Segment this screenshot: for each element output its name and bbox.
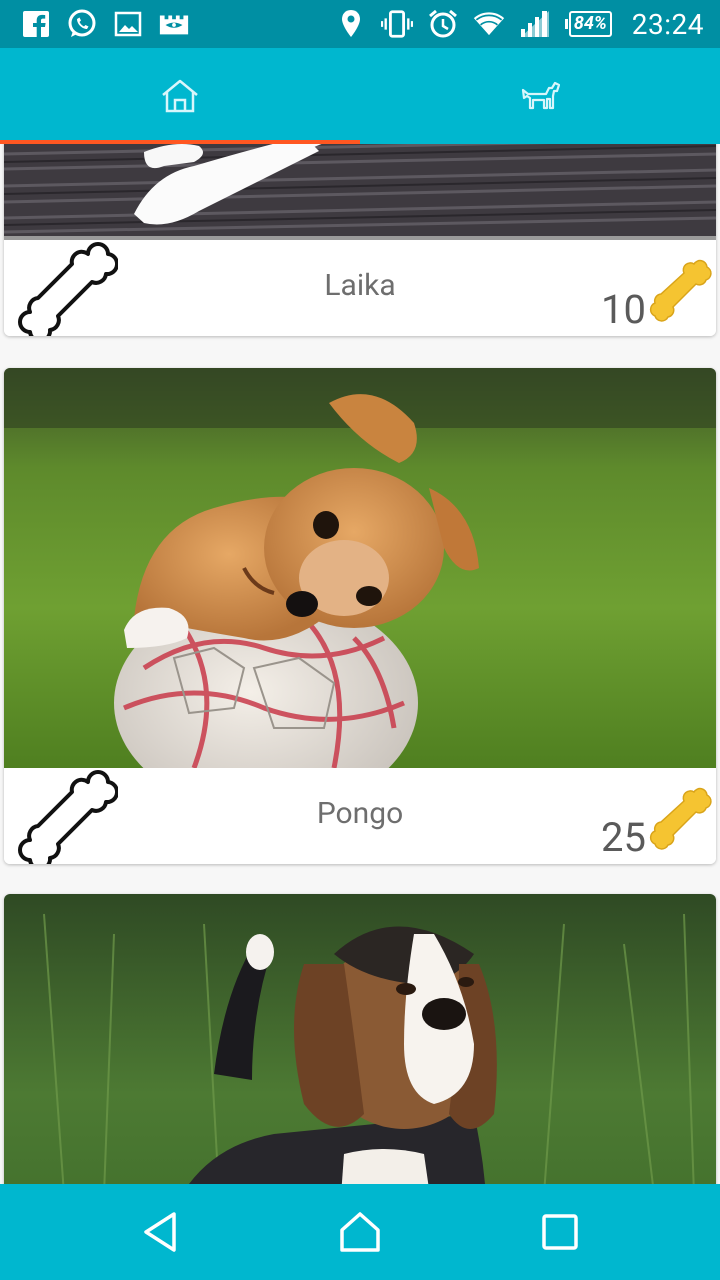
clock: 23:24 [631, 7, 704, 41]
gallery-icon [112, 8, 144, 40]
tab-home[interactable] [0, 48, 360, 144]
gold-bone-icon [649, 259, 712, 322]
dog-photo[interactable] [4, 368, 716, 768]
wifi-icon [473, 8, 505, 40]
dog-photo[interactable] [4, 144, 716, 240]
back-icon [144, 1212, 176, 1252]
feed-count: 10 [601, 286, 646, 333]
system-nav-bar [0, 1184, 720, 1280]
home-icon [340, 1212, 380, 1252]
signal-icon [519, 8, 551, 40]
dog-photo[interactable] [4, 894, 716, 1184]
home-icon [162, 79, 198, 113]
status-bar: 84% 23:24 [0, 0, 720, 48]
tab-bar [0, 48, 720, 144]
location-icon [335, 8, 367, 40]
gold-bone-icon [649, 787, 712, 850]
alarm-icon [427, 8, 459, 40]
card-footer: Pongo 25 [4, 768, 716, 864]
facebook-icon [20, 8, 52, 40]
battery-indicator: 84% [564, 11, 612, 37]
tab-dogs[interactable] [360, 48, 720, 144]
nav-recents-button[interactable] [520, 1192, 600, 1272]
dog-icon [521, 81, 560, 110]
feed-count: 25 [601, 814, 646, 861]
dog-feed[interactable]: Laika 10 Pongo 25 [0, 144, 720, 1184]
dog-card[interactable]: Pongo 25 [4, 368, 716, 864]
dog-card[interactable] [4, 894, 716, 1184]
castle-game-icon [158, 8, 190, 40]
card-footer: Laika 10 [4, 240, 716, 336]
whatsapp-icon [66, 8, 98, 40]
vibrate-icon [380, 8, 413, 40]
dog-card[interactable]: Laika 10 [4, 144, 716, 336]
battery-level: 84% [568, 11, 612, 37]
recents-icon [542, 1214, 578, 1250]
nav-back-button[interactable] [120, 1192, 200, 1272]
nav-home-button[interactable] [320, 1192, 400, 1272]
